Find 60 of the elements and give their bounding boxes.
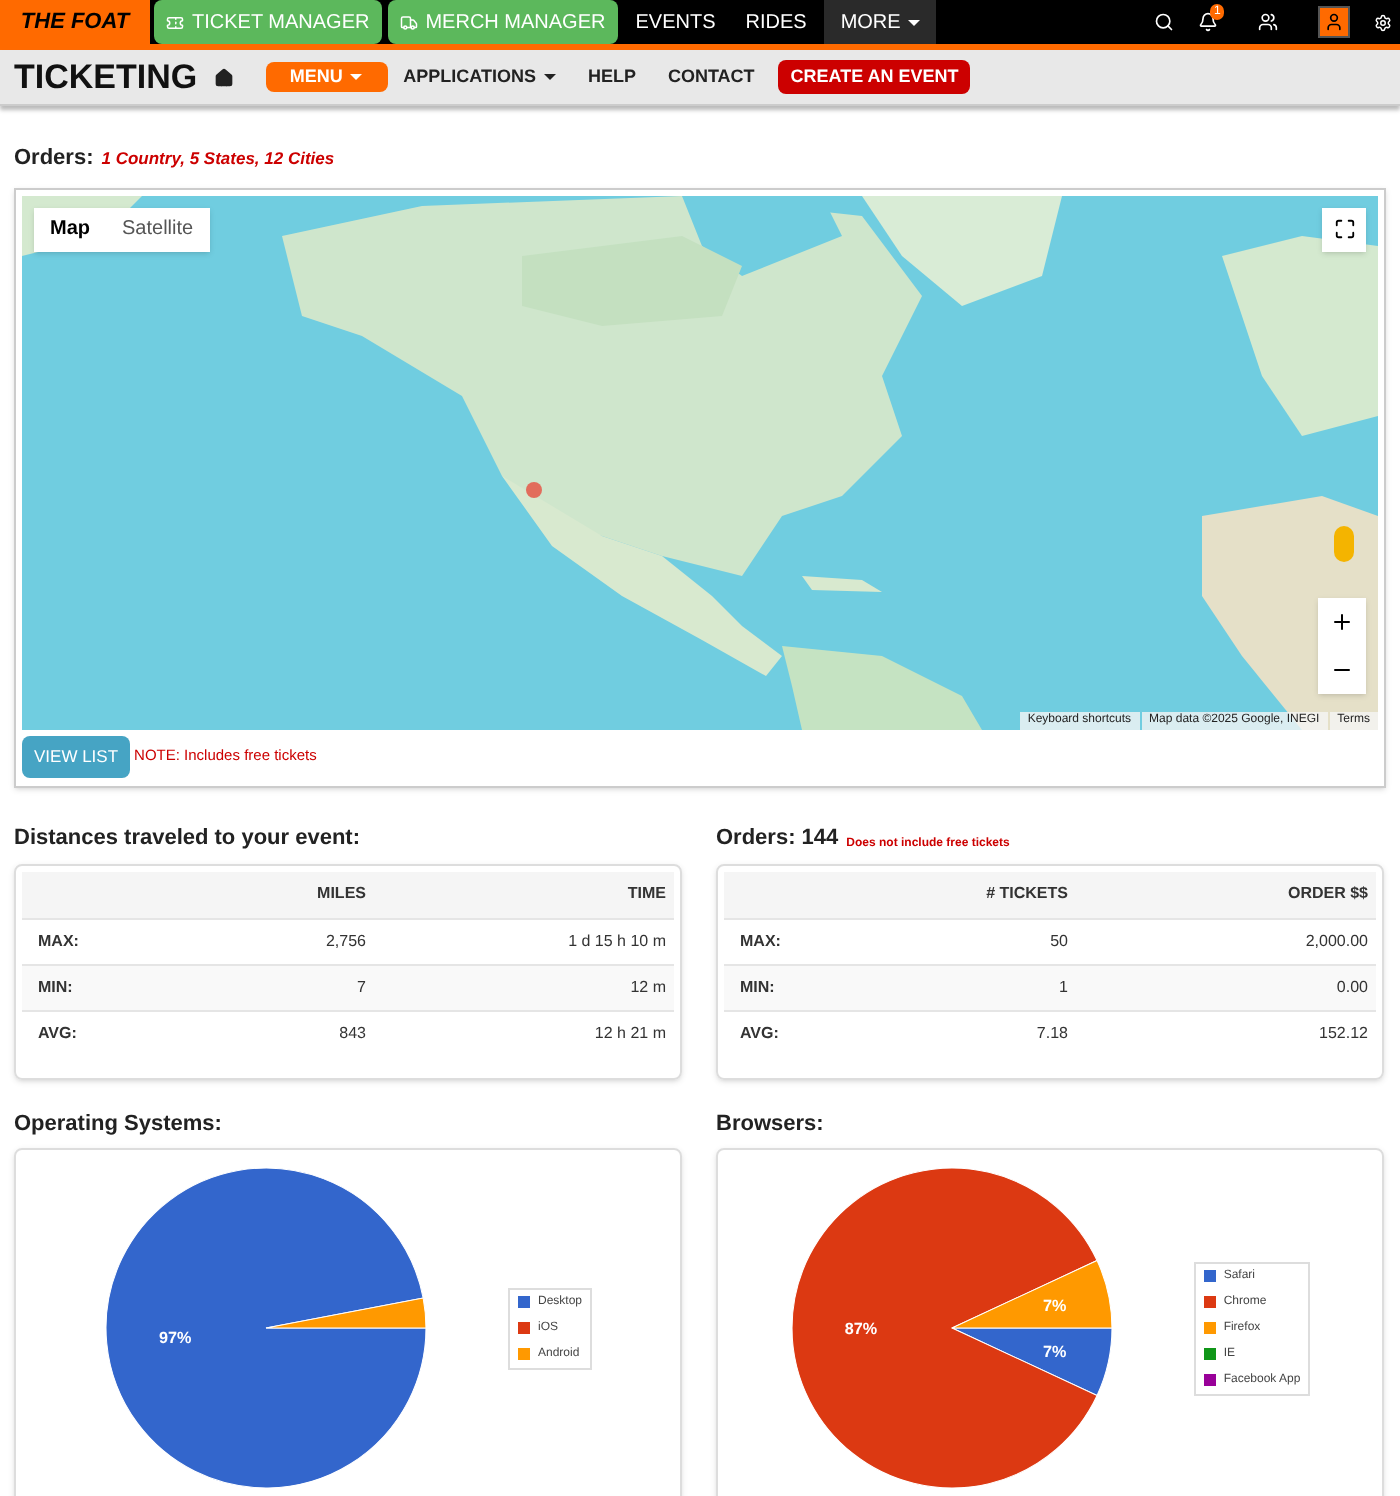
slice-label: 7% (1042, 1297, 1067, 1316)
legend-swatch (1203, 1374, 1216, 1386)
user-icon (1324, 12, 1344, 32)
table-cell: 7 (174, 963, 374, 1009)
table-cell: 0.00 (1076, 963, 1376, 1009)
bell-icon[interactable] (1198, 12, 1218, 32)
section-title: Operating Systems: (14, 1109, 224, 1139)
caret-icon (908, 19, 921, 25)
section-title: Browsers: (716, 1109, 826, 1139)
row-label: MIN: (22, 963, 174, 1009)
column-header: # TICKETS (876, 871, 1076, 917)
table-cell: 152.12 (1076, 1009, 1376, 1055)
table-cell: 12 m (374, 963, 674, 1009)
section-title: Orders: (14, 144, 94, 174)
truck-icon (399, 13, 418, 31)
nav-link[interactable]: HELP (571, 63, 652, 91)
legend-swatch (1203, 1296, 1216, 1308)
slice-label: 97% (159, 1328, 192, 1347)
table-cell: 7.18 (876, 1009, 1076, 1055)
page-title: TICKETING (14, 55, 198, 100)
nav-link[interactable]: CONTACT (651, 63, 771, 91)
avatar[interactable] (1318, 6, 1350, 38)
plus-icon (1330, 609, 1354, 633)
legend-swatch (1203, 1348, 1216, 1360)
ticket-icon (166, 13, 184, 31)
legend-swatch (1203, 1322, 1216, 1334)
row-label: AVG: (22, 1009, 174, 1055)
settings-icon[interactable] (1374, 13, 1392, 31)
map-type-tab[interactable]: Satellite (106, 207, 210, 251)
caret-icon (350, 74, 363, 80)
logo[interactable]: THE FOAT (0, 0, 150, 44)
row-label: MIN: (724, 963, 876, 1009)
table-cell: 1 (876, 963, 1076, 1009)
column-header: MILES (174, 871, 374, 917)
orders-detail: 1 Country, 5 States, 12 Cities (101, 146, 335, 172)
home-icon[interactable] (213, 67, 234, 87)
legend-swatch (1203, 1270, 1216, 1282)
table-cell: 843 (174, 1009, 374, 1055)
slice-label: 87% (844, 1320, 877, 1339)
nav-dropdown[interactable]: MORE (824, 0, 937, 44)
users-icon[interactable] (1258, 12, 1278, 32)
legend-swatch (517, 1322, 530, 1334)
table-cell: 12 h 21 m (374, 1009, 674, 1055)
create-event-button[interactable]: CREATE AN EVENT (778, 60, 971, 94)
fullscreen-button[interactable] (1322, 207, 1366, 251)
legend-swatch (517, 1296, 530, 1308)
column-header: TIME (374, 871, 674, 917)
legend-swatch (517, 1348, 530, 1360)
row-label: AVG: (724, 1009, 876, 1055)
nav-link[interactable]: EVENTS (623, 0, 728, 44)
section-title: Orders: 144 (716, 824, 839, 854)
caret-icon (543, 74, 556, 80)
nav-link[interactable]: RIDES (733, 0, 819, 44)
slice-label: 7% (1042, 1342, 1067, 1361)
section-title: Distances traveled to your event: (14, 824, 361, 854)
search-icon[interactable] (1154, 12, 1174, 32)
nav-dropdown[interactable]: APPLICATIONS (387, 63, 572, 91)
column-header: ORDER $$ (1076, 871, 1376, 917)
fullscreen-icon (1333, 218, 1355, 240)
map-type-tab[interactable]: Map (34, 207, 106, 251)
